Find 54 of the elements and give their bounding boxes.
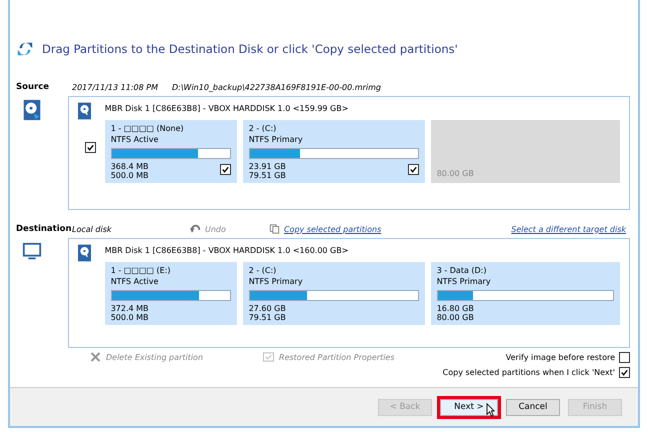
partition-name: 1 - □□□□ (None) <box>110 123 185 134</box>
partition-checkbox[interactable] <box>220 164 231 175</box>
total-size: 500.0 MB <box>110 171 149 180</box>
delete-icon <box>90 352 101 362</box>
used-size: 23.91 GB <box>248 162 286 171</box>
used-size: 368.4 MB <box>110 162 149 171</box>
dialog-title: Drag Partitions to the Destination Disk or click 'Copy selected partitions' <box>42 42 458 56</box>
option-checkbox[interactable] <box>619 367 630 378</box>
partition-name: 2 - (C:) <box>248 265 278 276</box>
used-size: 372.4 MB <box>110 304 150 313</box>
backup-date: 2017/11/13 11:08 PM <box>72 82 159 92</box>
disk-checkbox[interactable] <box>84 142 96 153</box>
copy-icon <box>269 224 280 234</box>
partition-tile[interactable]: 2 - (C:) NTFS Primary 27.60 GB 79.51 GB <box>242 262 425 325</box>
partition-name: 2 - (C:) <box>248 123 278 134</box>
option-checkbox[interactable] <box>619 352 630 363</box>
select-target-link[interactable]: Select a different target disk <box>511 224 626 234</box>
total-size: 79.51 GB <box>248 171 286 180</box>
used-size: 16.80 GB <box>436 304 475 313</box>
option-label: Copy selected partitions when I click 'Next' <box>442 368 615 377</box>
partition-type: NTFS Primary <box>248 276 304 287</box>
disk-title: MBR Disk 1 [C86E63B8] - VBOX HARDDISK 1.0 <159.99 GB> <box>104 103 350 115</box>
partition-name: 3 - Data (D:) <box>436 265 488 276</box>
partition-tile[interactable]: 1 - □□□□ (E:) NTFS Active 372.4 MB 500.0 MB <box>104 262 237 325</box>
partition-name: 1 - □□□□ (E:) <box>110 265 172 276</box>
properties-icon <box>263 352 274 362</box>
cursor-icon <box>486 402 495 416</box>
option-label: Verify image before restore <box>506 353 615 362</box>
undo-icon <box>190 224 201 234</box>
unallocated-size: 80.00 GB <box>436 168 475 179</box>
backup-path: D:\Win10_backup\422738A169F8191E-00-00.mrimg <box>172 82 381 92</box>
partition-type: NTFS Primary <box>436 276 492 287</box>
total-size: 500.0 MB <box>110 313 150 322</box>
disk-image-icon <box>22 99 42 121</box>
partition-tile[interactable]: 3 - Data (D:) NTFS Primary 16.80 GB 80.00 GB <box>430 262 620 325</box>
partition-tile[interactable]: 1 - □□□□ (None) NTFS Active 368.4 MB 500.0 MB <box>104 120 237 183</box>
disk-title: MBR Disk 1 [C86E63B8] - VBOX HARDDISK 1.0 <160.00 GB> <box>104 245 350 257</box>
partition-checkbox[interactable] <box>408 164 419 175</box>
destination-label: Destination <box>16 224 72 234</box>
partition-type: NTFS Active <box>110 134 160 145</box>
delete-partition-button[interactable]: Delete Existing partition <box>106 352 204 362</box>
partition-type: NTFS Active <box>110 276 160 287</box>
source-label: Source <box>16 82 50 92</box>
total-size: 79.51 GB <box>248 313 287 322</box>
copy-partitions-link[interactable]: Copy selected partitions <box>284 224 382 234</box>
refresh-icon <box>16 40 34 58</box>
partition-type: NTFS Primary <box>248 134 304 145</box>
disk-type: Local disk <box>72 224 113 234</box>
wizard-button[interactable]: Cancel <box>506 398 560 416</box>
total-size: 80.00 GB <box>436 313 475 322</box>
partition-properties-button[interactable]: Restored Partition Properties <box>279 352 395 362</box>
partition-tile[interactable]: 2 - (C:) NTFS Primary 23.91 GB 79.51 GB <box>242 120 425 183</box>
used-size: 27.60 GB <box>248 304 287 313</box>
undo-button[interactable]: Undo <box>205 224 226 234</box>
